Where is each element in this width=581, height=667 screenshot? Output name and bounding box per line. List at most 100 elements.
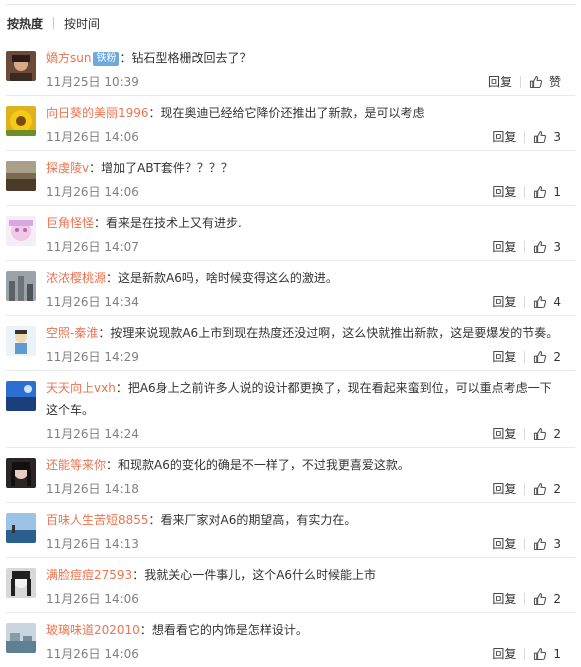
comment-text: ：这是新款A6吗，啥时候变得这么的激进。 [106, 271, 338, 285]
like-button[interactable]: 2 [533, 344, 561, 370]
like-button[interactable]: 3 [533, 234, 561, 260]
reply-button[interactable]: 回复 [492, 344, 516, 370]
reply-button[interactable]: 回复 [488, 69, 512, 95]
like-button[interactable]: 2 [533, 586, 561, 612]
comment-item: 天天向上vxh：把A6身上之前许多人说的设计都更换了，现在看起来蛮到位，可以重点… [6, 370, 575, 447]
avatar[interactable] [6, 161, 36, 191]
comment-item: 探虔陵v：增加了ABT套件？？？？ 11月26日 14:06 回复 1 [6, 150, 575, 205]
comment-username[interactable]: 满脸痘痘27593 [46, 568, 132, 582]
comment-content: 满脸痘痘27593：我就关心一件事儿，这个A6什么时候能上市 [46, 564, 561, 586]
comment-username[interactable]: 天天向上vxh [46, 381, 116, 395]
comment-item: 向日葵的美丽1996：现在奥迪已经给它降价还推出了新款，是可以考虑 11月26日… [6, 95, 575, 150]
like-button[interactable]: 3 [533, 531, 561, 557]
comment-content: 百味人生苦短8855：看来厂家对A6的期望高，有实力在。 [46, 509, 561, 531]
comment-text: ：想看看它的内饰是怎样设计。 [139, 623, 308, 637]
avatar[interactable] [6, 271, 36, 301]
avatar-image [6, 161, 36, 191]
comment-username[interactable]: 嫡方sun [46, 51, 91, 65]
avatar[interactable] [6, 381, 36, 411]
comment-username[interactable]: 巨角怪怪 [46, 216, 94, 230]
like-button[interactable]: 2 [533, 421, 561, 447]
avatar[interactable] [6, 51, 36, 81]
action-separator [524, 483, 526, 495]
reply-button[interactable]: 回复 [492, 531, 516, 557]
reply-button[interactable]: 回复 [492, 586, 516, 612]
like-button[interactable]: 1 [533, 179, 561, 205]
reply-button[interactable]: 回复 [492, 289, 516, 315]
reply-button[interactable]: 回复 [492, 421, 516, 447]
like-button[interactable]: 赞 [529, 69, 561, 95]
avatar[interactable] [6, 623, 36, 653]
thumbs-up-icon [534, 483, 547, 496]
like-button[interactable]: 4 [533, 289, 561, 315]
like-count: 3 [553, 537, 561, 551]
comment-time: 11月26日 14:06 [46, 592, 139, 606]
avatar[interactable] [6, 216, 36, 246]
comment-time: 11月26日 14:06 [46, 130, 139, 144]
comment-text: ：看来是在技术上又有进步. [94, 216, 242, 230]
comment-username[interactable]: 玻璃味道202010 [46, 623, 140, 637]
action-separator [524, 428, 526, 440]
comment-time: 11月26日 14:07 [46, 240, 139, 254]
comment-content: 浓浓樱桃源：这是新款A6吗，啥时候变得这么的激进。 [46, 267, 561, 289]
avatar[interactable] [6, 513, 36, 543]
comment-username[interactable]: 百味人生苦短8855 [46, 513, 149, 527]
avatar[interactable] [6, 458, 36, 488]
reply-button[interactable]: 回复 [492, 124, 516, 150]
reply-button[interactable]: 回复 [492, 179, 516, 205]
avatar-image [6, 271, 36, 301]
thumbs-up-icon [534, 186, 547, 199]
comment-text: ：把A6身上之前许多人说的设计都更换了，现在看起来蛮到位，可以重点考虑一下这个车… [46, 381, 552, 417]
sort-by-hot-tab[interactable]: 按热度 [7, 15, 43, 32]
comment-item: 空照-秦淮：按理来说现款A6上市到现在热度还没过啊，这么快就推出新款，这是要爆发… [6, 315, 575, 370]
reply-button[interactable]: 回复 [492, 476, 516, 502]
sort-bar: 按热度 按时间 [0, 5, 581, 41]
comment-time: 11月26日 14:18 [46, 482, 139, 496]
action-separator [524, 351, 526, 363]
sort-separator [53, 17, 55, 29]
like-button[interactable]: 1 [533, 641, 561, 667]
action-separator [519, 76, 521, 88]
thumbs-up-icon [534, 296, 547, 309]
comment-content: 巨角怪怪：看来是在技术上又有进步. [46, 212, 561, 234]
reply-button[interactable]: 回复 [492, 234, 516, 260]
comment-list: 嫡方sun 铁粉 ：钻石型格栅改回去了？ 11月25日 10:39 回复 赞 向日葵… [6, 41, 575, 667]
comment-username[interactable]: 向日葵的美丽1996 [46, 106, 149, 120]
thumbs-up-icon [534, 428, 547, 441]
action-separator [524, 296, 526, 308]
action-separator [524, 241, 526, 253]
comment-username[interactable]: 浓浓樱桃源 [46, 271, 106, 285]
like-count: 2 [553, 592, 561, 606]
like-button[interactable]: 3 [533, 124, 561, 150]
comment-text: ：我就关心一件事儿，这个A6什么时候能上市 [132, 568, 377, 582]
avatar[interactable] [6, 326, 36, 356]
avatar-image [6, 326, 36, 356]
comment-item: 百味人生苦短8855：看来厂家对A6的期望高，有实力在。 11月26日 14:1… [6, 502, 575, 557]
reply-button[interactable]: 回复 [492, 641, 516, 667]
comment-username[interactable]: 探虔陵v [46, 161, 89, 175]
comment-time: 11月26日 14:24 [46, 427, 139, 441]
thumbs-up-icon [529, 76, 543, 89]
comment-time: 11月25日 10:39 [46, 75, 139, 89]
comment-item: 满脸痘痘27593：我就关心一件事儿，这个A6什么时候能上市 11月26日 14… [6, 557, 575, 612]
like-button[interactable]: 2 [533, 476, 561, 502]
comment-username[interactable]: 还能等来你 [46, 458, 106, 472]
comment-username[interactable]: 空照-秦淮 [46, 326, 98, 340]
comment-text: ：增加了ABT套件？？？？ [89, 161, 233, 175]
sort-by-time-tab[interactable]: 按时间 [64, 15, 100, 32]
like-count: 2 [553, 427, 561, 441]
like-count: 1 [553, 185, 561, 199]
avatar-image [6, 568, 36, 598]
comment-item: 还能等来你：和现款A6的变化的确是不一样了，不过我更喜爱这款。 11月26日 1… [6, 447, 575, 502]
like-count: 1 [553, 647, 561, 661]
comment-item: 巨角怪怪：看来是在技术上又有进步. 11月26日 14:07 回复 3 [6, 205, 575, 260]
comment-content: 嫡方sun 铁粉 ：钻石型格栅改回去了？ [46, 47, 561, 69]
comment-content: 探虔陵v：增加了ABT套件？？？？ [46, 157, 561, 179]
comment-item: 浓浓樱桃源：这是新款A6吗，啥时候变得这么的激进。 11月26日 14:34 回… [6, 260, 575, 315]
avatar[interactable] [6, 106, 36, 136]
thumbs-up-icon [534, 648, 547, 661]
avatar-image [6, 106, 36, 136]
avatar[interactable] [6, 568, 36, 598]
action-separator [524, 593, 526, 605]
comment-time: 11月26日 14:34 [46, 295, 139, 309]
